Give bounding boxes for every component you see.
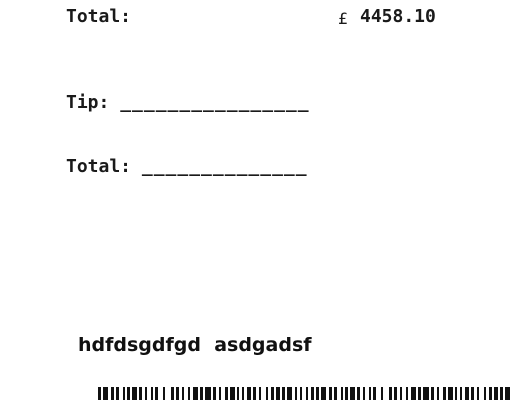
barcode-bar (300, 387, 302, 400)
barcode-bar (182, 387, 184, 400)
barcode-bar (276, 387, 280, 400)
barcode-bar (237, 387, 239, 400)
barcode-bar (373, 387, 376, 400)
barcode-bar (311, 387, 314, 400)
total-amount: 4458.10 (360, 6, 436, 27)
barcode-bar (418, 387, 421, 400)
barcode-bar (329, 387, 332, 400)
barcode-bar (271, 387, 274, 400)
barcode-bar (448, 387, 453, 400)
barcode-bar (127, 387, 130, 400)
barcode-bar (193, 387, 198, 400)
currency-symbol: £ (338, 9, 348, 28)
barcode-bar (460, 387, 462, 400)
barcode-bar (287, 387, 292, 400)
barcode-bar (465, 387, 469, 400)
total-line-label: Total: (66, 156, 132, 177)
barcode-bar (163, 387, 165, 400)
barcode-bar (334, 387, 337, 400)
barcode-bar (369, 387, 371, 400)
barcode-bar (176, 387, 179, 400)
barcode-bar (219, 387, 221, 400)
barcode-bar (406, 387, 408, 400)
barcode-bar (139, 387, 142, 400)
barcode-bar (381, 387, 383, 400)
barcode-bar (242, 387, 244, 400)
barcode-bar (266, 387, 268, 400)
barcode-bar (132, 387, 137, 400)
barcode-bar (500, 387, 503, 400)
barcode-bar (363, 387, 365, 400)
tip-label: Tip: (66, 92, 110, 113)
barcode-bar (247, 387, 251, 400)
barcode-bar (443, 387, 446, 400)
barcode-bar (306, 387, 308, 400)
barcode-bar (357, 387, 360, 400)
barcode-bar (484, 387, 486, 400)
barcode-bar (350, 387, 355, 400)
barcode-bar (494, 387, 498, 400)
barcode-bar (477, 387, 479, 400)
barcode-bar (489, 387, 492, 400)
total-line-row: Total: ______________ (66, 156, 308, 177)
total-row: Total: £ 4458.10 (66, 6, 466, 32)
barcode-bar (103, 387, 108, 400)
tip-blank-line: ________________ (120, 92, 310, 113)
barcode-bar (111, 387, 114, 400)
barcode-bar (455, 387, 457, 400)
barcode-bar (423, 387, 429, 400)
barcode-bar (389, 387, 392, 400)
total-blank-line: ______________ (141, 156, 308, 177)
barcode-bar (295, 387, 297, 400)
barcode-bar (411, 387, 416, 400)
barcode-bar (253, 387, 256, 400)
total-label: Total: (66, 6, 132, 27)
barcode-bar (437, 387, 439, 400)
barcode-bar (471, 387, 474, 400)
barcode-bar (213, 387, 216, 400)
barcode-bar (321, 387, 326, 400)
barcode-bar (505, 387, 510, 400)
barcode-bar (188, 387, 190, 400)
barcode-bar (98, 387, 101, 400)
barcode-bar (400, 387, 402, 400)
barcode-bar (230, 387, 235, 400)
barcode-bar (116, 387, 119, 400)
barcode-bar (123, 387, 125, 400)
barcode-bar (341, 387, 343, 400)
barcode-bar (155, 387, 158, 400)
barcode-icon (98, 387, 512, 400)
barcode-bar (205, 387, 211, 400)
barcode-bar (431, 387, 434, 400)
footer-text: hdfdsgdfgd asdgadsf (78, 334, 312, 356)
barcode-bar (345, 387, 348, 400)
barcode-bar (171, 387, 174, 400)
tip-row: Tip: ________________ (66, 92, 310, 113)
barcode-bar (259, 387, 261, 400)
barcode-bar (282, 387, 285, 400)
barcode-bar (316, 387, 319, 400)
barcode-bar (394, 387, 397, 400)
barcode-bar (151, 387, 153, 400)
barcode-bar (145, 387, 147, 400)
barcode-bar (200, 387, 203, 400)
barcode-bar (225, 387, 228, 400)
